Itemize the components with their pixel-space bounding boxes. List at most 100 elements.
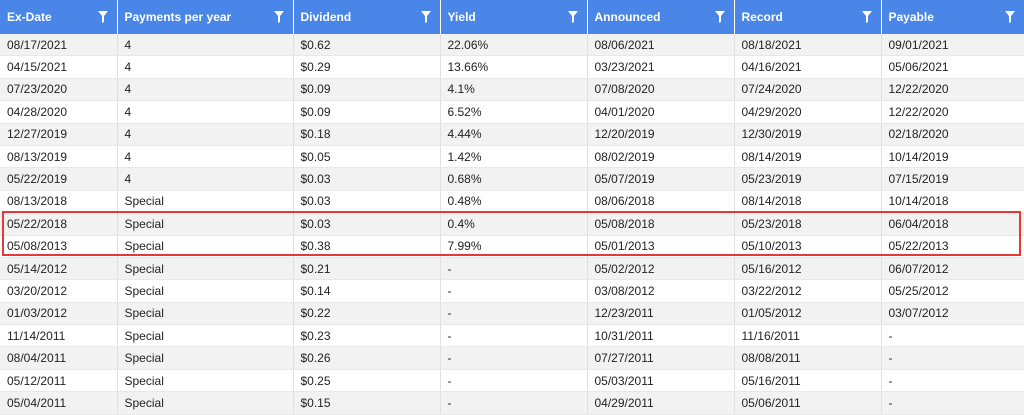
- cell-ex-date: 11/14/2011: [0, 324, 118, 348]
- cell-payments-per-year: 4: [117, 123, 294, 146]
- cell-record: 12/30/2019: [734, 123, 882, 146]
- cell-ex-date: 05/08/2013: [0, 235, 118, 258]
- cell-yield: 6.52%: [440, 100, 588, 124]
- column-header-yield[interactable]: Yield: [440, 0, 588, 34]
- cell-yield: 4.44%: [440, 123, 588, 146]
- dividend-history-table-wrapper: Ex-Date Payments per year Dividend Yield Ann…: [0, 0, 1024, 415]
- cell-announced: 05/07/2019: [587, 167, 735, 191]
- cell-payments-per-year: 4: [117, 55, 294, 79]
- cell-announced: 08/06/2018: [587, 190, 735, 214]
- filter-icon[interactable]: [567, 11, 578, 23]
- cell-announced: 03/08/2012: [587, 279, 735, 303]
- cell-yield: 0.48%: [440, 190, 588, 214]
- column-header-announced[interactable]: Announced: [587, 0, 735, 34]
- cell-payments-per-year: Special: [117, 235, 294, 258]
- table-body: 08/17/2021 4 $0.62 22.06% 08/06/2021 08/18/20…: [0, 34, 1024, 415]
- filter-icon[interactable]: [420, 11, 431, 23]
- cell-dividend: $0.21: [293, 257, 441, 281]
- cell-payable: 10/14/2019: [881, 145, 1024, 169]
- cell-dividend: $0.05: [293, 145, 441, 169]
- cell-record: 05/23/2019: [734, 167, 882, 191]
- table-row: 05/22/2019 4 $0.03 0.68% 05/07/2019 05/23/201…: [0, 167, 1024, 191]
- cell-announced: 12/23/2011: [587, 302, 735, 326]
- cell-ex-date: 05/04/2011: [0, 391, 118, 415]
- cell-yield: 22.06%: [440, 34, 588, 57]
- cell-yield: -: [440, 391, 588, 415]
- dividend-history-table: Ex-Date Payments per year Dividend Yield Ann…: [0, 0, 1024, 415]
- table-header: Ex-Date Payments per year Dividend Yield Ann…: [0, 0, 1024, 34]
- cell-payments-per-year: 4: [117, 78, 294, 102]
- cell-yield: 0.4%: [440, 212, 588, 236]
- table-row: 08/13/2019 4 $0.05 1.42% 08/02/2019 08/14/201…: [0, 145, 1024, 169]
- cell-payments-per-year: Special: [117, 302, 294, 326]
- column-header-record[interactable]: Record: [734, 0, 882, 34]
- cell-record: 04/16/2021: [734, 55, 882, 79]
- cell-yield: -: [440, 324, 588, 348]
- cell-announced: 07/08/2020: [587, 78, 735, 102]
- cell-yield: 13.66%: [440, 55, 588, 79]
- cell-dividend: $0.03: [293, 212, 441, 236]
- column-header-payable[interactable]: Payable: [881, 0, 1024, 34]
- cell-record: 08/08/2011: [734, 346, 882, 370]
- column-header-label: Payable: [888, 10, 934, 24]
- cell-dividend: $0.62: [293, 34, 441, 57]
- cell-yield: -: [440, 302, 588, 326]
- cell-payable: -: [881, 324, 1024, 348]
- cell-announced: 08/02/2019: [587, 145, 735, 169]
- filter-icon[interactable]: [1005, 11, 1015, 23]
- cell-payable: 07/15/2019: [881, 167, 1024, 191]
- table-row: 04/15/2021 4 $0.29 13.66% 03/23/2021 04/16/20…: [0, 55, 1024, 79]
- cell-payable: 05/06/2021: [881, 55, 1024, 79]
- cell-payable: 10/14/2018: [881, 190, 1024, 214]
- cell-payable: 05/22/2013: [881, 235, 1024, 258]
- cell-yield: 1.42%: [440, 145, 588, 169]
- cell-yield: -: [440, 346, 588, 370]
- cell-announced: 04/29/2011: [587, 391, 735, 415]
- cell-payable: 03/07/2012: [881, 302, 1024, 326]
- cell-record: 03/22/2012: [734, 279, 882, 303]
- cell-announced: 05/01/2013: [587, 235, 735, 258]
- cell-announced: 12/20/2019: [587, 123, 735, 146]
- table-row: 03/20/2012 Special $0.14-03/08/2012 03/22/2…: [0, 279, 1024, 303]
- cell-dividend: $0.29: [293, 55, 441, 79]
- table-row: 12/27/2019 4 $0.18 4.44% 12/20/2019 12/30/201…: [0, 123, 1024, 146]
- cell-record: 05/16/2011: [734, 369, 882, 393]
- cell-yield: 7.99%: [440, 235, 588, 258]
- column-header-label: Record: [741, 10, 783, 24]
- cell-dividend: $0.03: [293, 167, 441, 191]
- column-header-ex-date[interactable]: Ex-Date: [0, 0, 118, 34]
- cell-announced: 05/03/2011: [587, 369, 735, 393]
- cell-ex-date: 05/22/2019: [0, 167, 118, 191]
- filter-icon[interactable]: [273, 11, 284, 23]
- filter-icon[interactable]: [861, 11, 872, 23]
- cell-ex-date: 05/14/2012: [0, 257, 118, 281]
- cell-announced: 04/01/2020: [587, 100, 735, 124]
- column-header-payments-per-year[interactable]: Payments per year: [117, 0, 294, 34]
- cell-ex-date: 04/28/2020: [0, 100, 118, 124]
- cell-payments-per-year: Special: [117, 190, 294, 214]
- table-row: 04/28/2020 4 $0.09 6.52% 04/01/2020 04/29/202…: [0, 100, 1024, 124]
- filter-icon[interactable]: [714, 11, 725, 23]
- cell-payments-per-year: 4: [117, 145, 294, 169]
- table-row: 07/23/2020 4 $0.09 4.1% 07/08/2020 07/24/2020…: [0, 78, 1024, 102]
- cell-ex-date: 08/13/2018: [0, 190, 118, 214]
- cell-announced: 08/06/2021: [587, 34, 735, 57]
- cell-payable: 06/04/2018: [881, 212, 1024, 236]
- header-row: Ex-Date Payments per year Dividend Yield Ann…: [0, 0, 1024, 34]
- table-row: 05/12/2011 Special $0.25-05/03/2011 05/16/2…: [0, 369, 1024, 393]
- cell-payments-per-year: 4: [117, 167, 294, 191]
- table-row: 05/04/2011 Special $0.15-04/29/2011 05/06/2…: [0, 391, 1024, 415]
- cell-ex-date: 08/04/2011: [0, 346, 118, 370]
- cell-ex-date: 12/27/2019: [0, 123, 118, 146]
- column-header-dividend[interactable]: Dividend: [293, 0, 441, 34]
- table-row: 05/14/2012 Special $0.21-05/02/2012 05/16/2…: [0, 257, 1024, 281]
- filter-icon[interactable]: [97, 11, 108, 23]
- cell-dividend: $0.09: [293, 100, 441, 124]
- column-header-label: Announced: [594, 10, 661, 24]
- cell-yield: -: [440, 257, 588, 281]
- cell-announced: 05/02/2012: [587, 257, 735, 281]
- cell-payments-per-year: Special: [117, 212, 294, 236]
- cell-record: 01/05/2012: [734, 302, 882, 326]
- column-header-label: Ex-Date: [7, 10, 52, 24]
- cell-record: 04/29/2020: [734, 100, 882, 124]
